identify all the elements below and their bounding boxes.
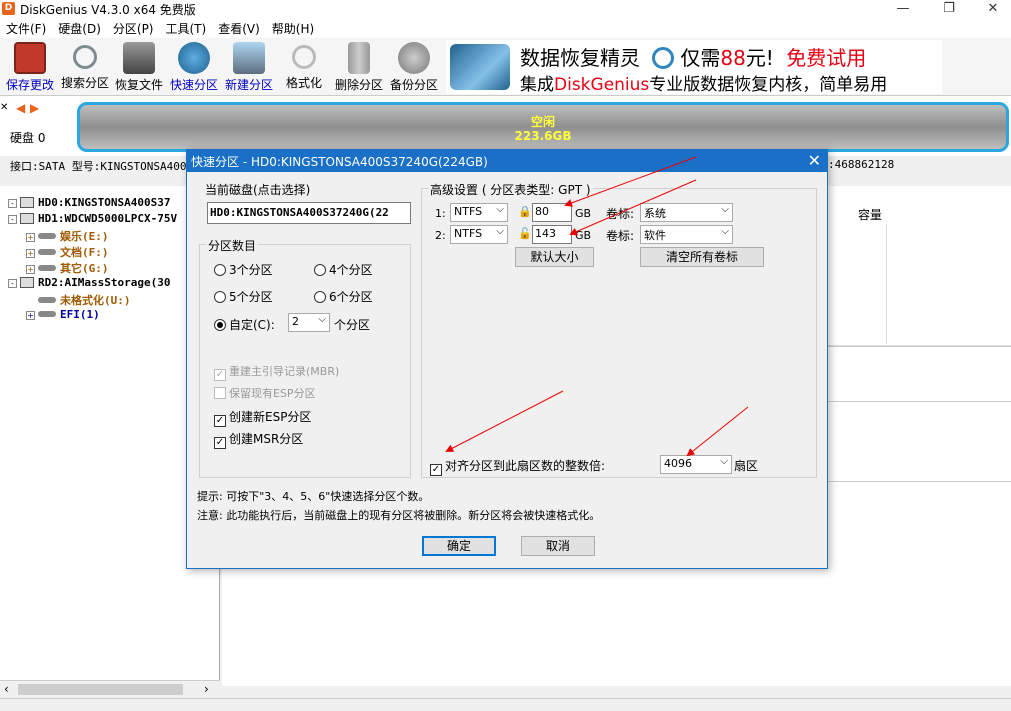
annotation-arrow [445, 390, 564, 452]
annotation-arrow [569, 179, 697, 236]
annotation-arrow [686, 406, 749, 457]
annotation-arrow [564, 156, 697, 207]
annotation-arrows [445, 156, 749, 457]
